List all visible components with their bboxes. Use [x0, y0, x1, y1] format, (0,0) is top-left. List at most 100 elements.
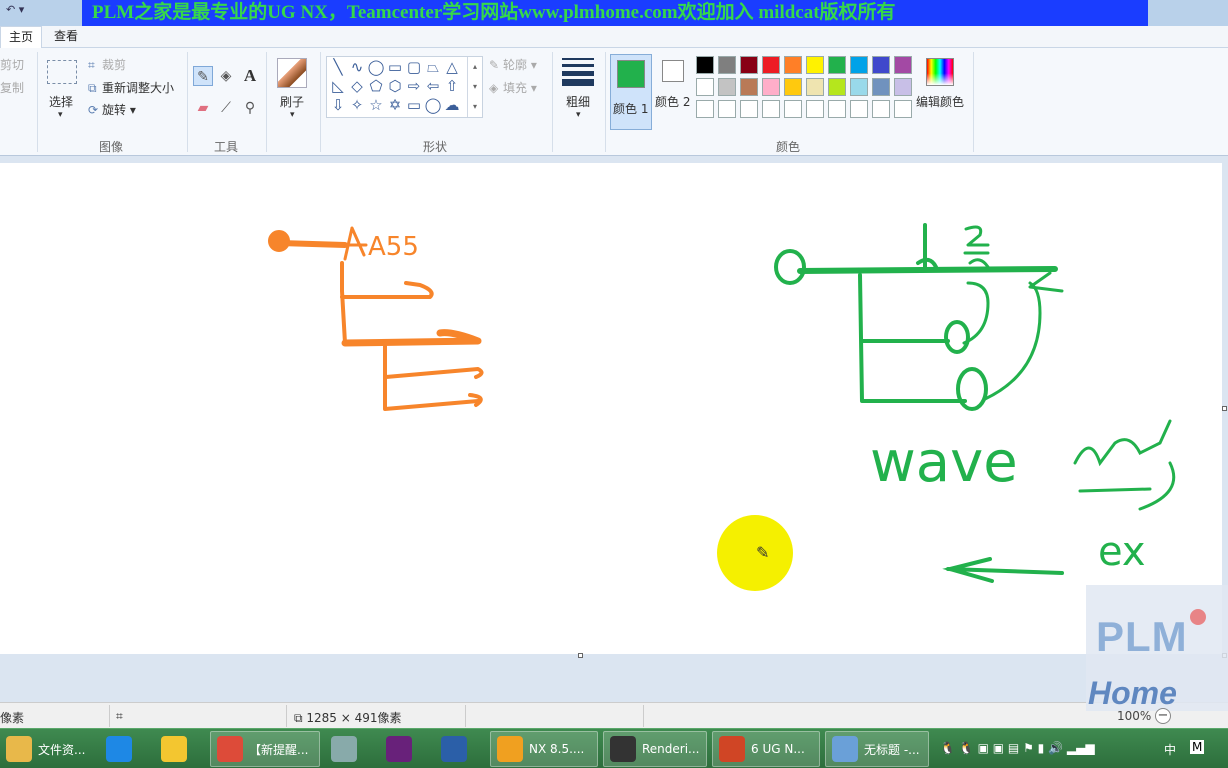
palette-swatch[interactable]	[696, 78, 714, 96]
color2-swatch[interactable]	[662, 60, 684, 82]
palette-swatch[interactable]	[806, 56, 824, 74]
edit-colors-button[interactable]: 编辑颜色	[916, 93, 964, 110]
taskbar-button[interactable]	[380, 731, 424, 767]
brushes-button[interactable]: 刷子	[280, 93, 304, 110]
palette-swatch[interactable]	[828, 56, 846, 74]
palette-swatch[interactable]	[718, 100, 736, 118]
color2-label[interactable]: 颜色 2	[655, 93, 690, 110]
drawing-canvas[interactable]: A55 wave ex ✎	[0, 163, 1222, 654]
taskbar-button[interactable]: 文件资...	[0, 731, 88, 767]
tab-view[interactable]: 查看	[46, 26, 86, 48]
down-arrow-shape-icon[interactable]: ⇩	[329, 96, 347, 114]
palette-swatch[interactable]	[806, 78, 824, 96]
taskbar-button[interactable]	[325, 731, 369, 767]
resize-button[interactable]: ⧉ 重新调整大小	[88, 79, 174, 96]
flag-icon[interactable]: ⚑	[1023, 741, 1034, 755]
eraser-icon[interactable]: ▰	[193, 98, 213, 118]
palette-swatch[interactable]	[784, 100, 802, 118]
qq-icon[interactable]: 🐧	[959, 741, 974, 755]
tab-home[interactable]: 主页	[0, 26, 43, 48]
tray-icons[interactable]: 🐧 🐧 ▣ ▣ ▤ ⚑ ▮ 🔊 ▂▄▆	[940, 741, 1095, 755]
palette-swatch[interactable]	[850, 56, 868, 74]
palette-swatch[interactable]	[828, 78, 846, 96]
palette-swatch[interactable]	[762, 56, 780, 74]
polygon-shape-icon[interactable]: ⏢	[424, 58, 442, 76]
up-arrow-shape-icon[interactable]: ⇧	[443, 77, 461, 95]
undo-icon[interactable]: ↶	[6, 3, 15, 16]
four-point-star-shape-icon[interactable]: ✧	[348, 96, 366, 114]
taskbar-button[interactable]: NX 8.5....	[490, 731, 598, 767]
size-button[interactable]: 粗细	[566, 93, 590, 110]
color1-button[interactable]: 颜色 1	[610, 54, 652, 130]
six-point-star-shape-icon[interactable]: ✡	[386, 96, 404, 114]
resize-handle-bottom[interactable]	[578, 653, 583, 658]
color-picker-icon[interactable]: ⟋	[216, 98, 236, 118]
palette-swatch[interactable]	[894, 78, 912, 96]
palette-swatch[interactable]	[806, 100, 824, 118]
palette-swatch[interactable]	[696, 100, 714, 118]
qat-dropdown-icon[interactable]: ▾	[19, 3, 25, 16]
size-dropdown-icon[interactable]: ▾	[576, 110, 581, 120]
palette-swatch[interactable]	[740, 78, 758, 96]
palette-swatch[interactable]	[718, 78, 736, 96]
palette-swatch[interactable]	[784, 78, 802, 96]
quick-access-toolbar[interactable]: ↶ ▾	[6, 3, 24, 16]
pentagon-shape-icon[interactable]: ⬠	[367, 77, 385, 95]
palette-swatch[interactable]	[872, 78, 890, 96]
ime-mode-indicator[interactable]: M	[1190, 740, 1205, 754]
signal-icon[interactable]: ▂▄▆	[1067, 741, 1095, 755]
triangle-shape-icon[interactable]: △	[443, 58, 461, 76]
resize-handle-right[interactable]	[1222, 406, 1227, 411]
right-triangle-shape-icon[interactable]: ◺	[329, 77, 347, 95]
outline-button[interactable]: ✎ 轮廓 ▾	[489, 56, 537, 73]
five-point-star-shape-icon[interactable]: ☆	[367, 96, 385, 114]
palette-swatch[interactable]	[718, 56, 736, 74]
rounded-rectangle-shape-icon[interactable]: ▢	[405, 58, 423, 76]
volume-icon[interactable]: 🔊	[1048, 741, 1063, 755]
palette-swatch[interactable]	[784, 56, 802, 74]
line-shape-icon[interactable]: ╲	[329, 58, 347, 76]
fill-bucket-icon[interactable]: ◈	[216, 66, 236, 86]
nvidia-icon[interactable]: ▤	[1008, 741, 1019, 755]
shapes-scroll[interactable]: ▴ ▾ ▾	[467, 57, 482, 117]
select-dropdown-icon[interactable]: ▾	[58, 110, 63, 120]
battery-icon[interactable]: ▮	[1038, 741, 1045, 755]
cut-button[interactable]: 剪切	[0, 56, 24, 73]
curve-shape-icon[interactable]: ∿	[348, 58, 366, 76]
palette-swatch[interactable]	[850, 100, 868, 118]
tray-app-icon[interactable]: ▣	[978, 741, 989, 755]
right-arrow-shape-icon[interactable]: ⇨	[405, 77, 423, 95]
taskbar-button[interactable]: 6 UG N...	[712, 731, 820, 767]
left-arrow-shape-icon[interactable]: ⇦	[424, 77, 442, 95]
crop-button[interactable]: ⌗ 裁剪	[88, 56, 126, 73]
ime-indicator[interactable]: 中	[1164, 741, 1176, 758]
taskbar-button[interactable]: 【新提醒...	[210, 731, 320, 767]
palette-swatch[interactable]	[828, 100, 846, 118]
palette-swatch[interactable]	[894, 56, 912, 74]
rect-callout-shape-icon[interactable]: ▭	[405, 96, 423, 114]
magnifier-icon[interactable]: ⚲	[240, 98, 260, 118]
oval-callout-shape-icon[interactable]: ◯	[424, 96, 442, 114]
shapes-gallery[interactable]: ╲ ∿ ◯ ▭ ▢ ⏢ △ ◺ ◇ ⬠ ⬡ ⇨ ⇦ ⇧ ⇩ ✧ ☆ ✡ ▭ ◯ …	[326, 56, 483, 118]
palette-swatch[interactable]	[762, 78, 780, 96]
taskbar-button[interactable]	[155, 731, 199, 767]
qq-icon[interactable]: 🐧	[940, 741, 955, 755]
brush-dropdown-icon[interactable]: ▾	[290, 110, 295, 120]
select-button[interactable]: 选择	[49, 93, 73, 110]
taskbar-button[interactable]	[435, 731, 479, 767]
palette-swatch[interactable]	[894, 100, 912, 118]
palette-swatch[interactable]	[762, 100, 780, 118]
taskbar-button[interactable]	[100, 731, 144, 767]
oval-shape-icon[interactable]: ◯	[367, 58, 385, 76]
edit-colors-icon[interactable]	[926, 58, 954, 86]
rotate-button[interactable]: ⟳ 旋转 ▾	[88, 101, 136, 118]
palette-swatch[interactable]	[872, 56, 890, 74]
cloud-callout-shape-icon[interactable]: ☁	[443, 96, 461, 114]
taskbar-button[interactable]: Renderi...	[603, 731, 707, 767]
copy-button[interactable]: 复制	[0, 79, 24, 96]
diamond-shape-icon[interactable]: ◇	[348, 77, 366, 95]
palette-swatch[interactable]	[850, 78, 868, 96]
hexagon-shape-icon[interactable]: ⬡	[386, 77, 404, 95]
taskbar-button[interactable]: 无标题 -...	[825, 731, 929, 767]
fill-button[interactable]: ◈ 填充 ▾	[489, 79, 537, 96]
